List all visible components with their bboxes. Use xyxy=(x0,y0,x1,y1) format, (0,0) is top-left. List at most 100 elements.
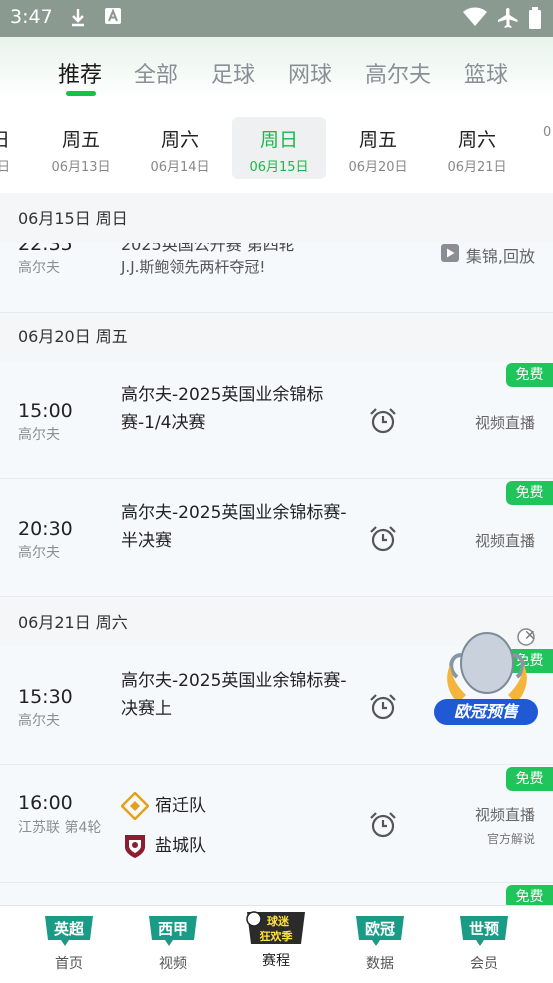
nav-label: 赛程 xyxy=(262,953,290,969)
match-category: 江苏联 第4轮 xyxy=(18,820,102,836)
match-row[interactable]: 免费 xyxy=(0,883,553,905)
tab-all[interactable]: 全部 xyxy=(134,57,178,89)
tab-football[interactable]: 足球 xyxy=(211,57,255,89)
svg-text:西甲: 西甲 xyxy=(158,920,188,938)
wifi-icon xyxy=(463,7,487,32)
date-item[interactable]: 周五 06月13日 xyxy=(34,117,128,179)
status-bar: 3:47 xyxy=(0,0,553,37)
free-badge: 免费 xyxy=(506,481,553,505)
alarm-clock-icon[interactable] xyxy=(368,524,398,554)
section-header: 06月15日 周日 xyxy=(0,195,553,243)
date-day: 日 xyxy=(0,160,10,175)
app-store-icon xyxy=(104,7,122,30)
date-item[interactable]: 周五 06月20日 xyxy=(331,117,425,179)
free-badge: 免费 xyxy=(506,885,553,905)
match-row[interactable]: 免费 15:00 高尔夫 高尔夫-2025英国业余锦标赛-1/4决赛 视频直播 xyxy=(0,361,553,479)
away-team-name: 盐城队 xyxy=(155,836,206,856)
date-weekday: 周五 xyxy=(358,129,397,151)
date-day: 06月21日 xyxy=(447,160,507,175)
nav-video[interactable]: 西甲 视频 xyxy=(138,914,208,973)
tab-basketball[interactable]: 篮球 xyxy=(464,57,508,89)
commentary-label: 官方解说 xyxy=(486,832,535,846)
match-time: 15:00 xyxy=(18,400,73,422)
alarm-clock-icon[interactable] xyxy=(368,406,398,436)
nav-badge-icon: 欧冠 xyxy=(356,916,404,946)
date-weekday: 周日 xyxy=(259,129,298,151)
battery-icon xyxy=(528,7,542,34)
match-title: 高尔夫-2025英国业余锦标赛-1/4决赛 xyxy=(121,385,324,433)
date-item-selected[interactable]: 周日 06月15日 xyxy=(232,117,326,179)
download-icon xyxy=(68,7,88,32)
team-logo-icon xyxy=(120,791,150,821)
date-day: 06月13日 xyxy=(51,160,111,175)
nav-schedule[interactable]: 球迷 狂欢季 赛程 xyxy=(241,910,311,970)
match-row[interactable]: 免费 20:30 高尔夫 高尔夫-2025英国业余锦标赛-半决赛 视频直播 xyxy=(0,479,553,597)
date-weekday: 周六 xyxy=(457,129,496,151)
home-team: 宿迁队 xyxy=(120,791,206,821)
nav-badge-icon: 世预 xyxy=(460,916,508,946)
match-time: 20:30 xyxy=(18,518,73,540)
date-weekday: 周五 xyxy=(61,129,100,151)
promo-float[interactable]: ✕ 欧冠预售 xyxy=(432,625,542,733)
svg-text:狂欢季: 狂欢季 xyxy=(260,929,294,943)
date-item[interactable]: 周六 06月14日 xyxy=(133,117,227,179)
match-subtitle: J.J.斯鲍领先两杆夺冠! xyxy=(121,258,266,276)
alarm-clock-icon[interactable] xyxy=(368,810,398,840)
svg-text:英超: 英超 xyxy=(54,920,85,938)
section-header: 06月20日 周五 xyxy=(0,313,553,361)
category-tabs: 推荐 全部 足球 网球 高尔夫 篮球 xyxy=(0,37,553,100)
match-time: 22:35 xyxy=(18,243,73,255)
tab-recommend[interactable]: 推荐 xyxy=(58,57,102,89)
match-category: 高尔夫 xyxy=(18,260,60,276)
play-icon xyxy=(441,244,459,262)
nav-badge-icon: 英超 xyxy=(45,916,93,946)
match-category: 高尔夫 xyxy=(18,545,60,561)
date-day: 06月15日 xyxy=(249,160,309,175)
svg-text:世预: 世预 xyxy=(469,920,499,938)
home-team-name: 宿迁队 xyxy=(155,796,206,816)
nav-label: 视频 xyxy=(159,956,187,972)
match-title: 高尔夫-2025英国业余锦标赛-半决赛 xyxy=(121,503,347,551)
nav-badge-icon: 西甲 xyxy=(149,916,197,946)
date-strip: 日 日 周五 06月13日 周六 06月14日 周日 06月15日 周五 06月… xyxy=(0,100,553,193)
status-time: 3:47 xyxy=(10,6,53,28)
team-logo-icon xyxy=(121,832,149,860)
tab-tennis[interactable]: 网球 xyxy=(288,57,332,89)
svg-text:球迷: 球迷 xyxy=(267,914,290,928)
nav-label: 数据 xyxy=(366,956,394,972)
match-category: 高尔夫 xyxy=(18,713,60,729)
nav-member[interactable]: 世预 会员 xyxy=(449,914,519,973)
date-item[interactable]: 日 日 xyxy=(0,117,10,179)
live-stream-label[interactable]: 视频直播 xyxy=(475,804,535,825)
match-time: 15:30 xyxy=(18,686,73,708)
away-team: 盐城队 xyxy=(121,831,206,861)
match-time: 16:00 xyxy=(18,792,73,814)
date-day: 06月20日 xyxy=(348,160,408,175)
nav-label: 会员 xyxy=(470,956,498,972)
tab-indicator xyxy=(66,91,96,96)
nav-label: 首页 xyxy=(55,956,83,972)
date-item[interactable]: 0 xyxy=(529,117,553,179)
match-title: 高尔夫-2025英国业余锦标赛-决赛上 xyxy=(121,671,347,719)
free-badge: 免费 xyxy=(506,767,553,791)
nav-badge-icon: 球迷 狂欢季 xyxy=(246,911,305,944)
date-weekday: 周六 xyxy=(160,129,199,151)
close-icon[interactable]: ✕ xyxy=(524,628,536,644)
tab-golf[interactable]: 高尔夫 xyxy=(365,57,431,89)
replay-link[interactable]: 集锦,回放 xyxy=(466,243,535,267)
live-stream-label[interactable]: 视频直播 xyxy=(475,412,535,433)
svg-text:欧冠: 欧冠 xyxy=(365,920,395,938)
nav-home[interactable]: 英超 首页 xyxy=(34,914,104,973)
promo-label: 欧冠预售 xyxy=(434,699,538,725)
alarm-clock-icon[interactable] xyxy=(368,692,398,722)
match-row[interactable]: 22:35 高尔夫 2025英国公开赛 第四轮 J.J.斯鲍领先两杆夺冠! 集锦… xyxy=(0,243,553,313)
date-weekday: 日 xyxy=(0,129,10,151)
match-row[interactable]: 免费 16:00 江苏联 第4轮 宿迁队 盐城队 视频直播 官方解说 xyxy=(0,765,553,883)
date-item[interactable]: 周六 06月21日 xyxy=(430,117,524,179)
free-badge: 免费 xyxy=(506,363,553,387)
match-category: 高尔夫 xyxy=(18,427,60,443)
date-day: 06月14日 xyxy=(150,160,210,175)
airplane-icon xyxy=(497,7,519,34)
nav-data[interactable]: 欧冠 数据 xyxy=(345,914,415,973)
live-stream-label[interactable]: 视频直播 xyxy=(475,530,535,551)
